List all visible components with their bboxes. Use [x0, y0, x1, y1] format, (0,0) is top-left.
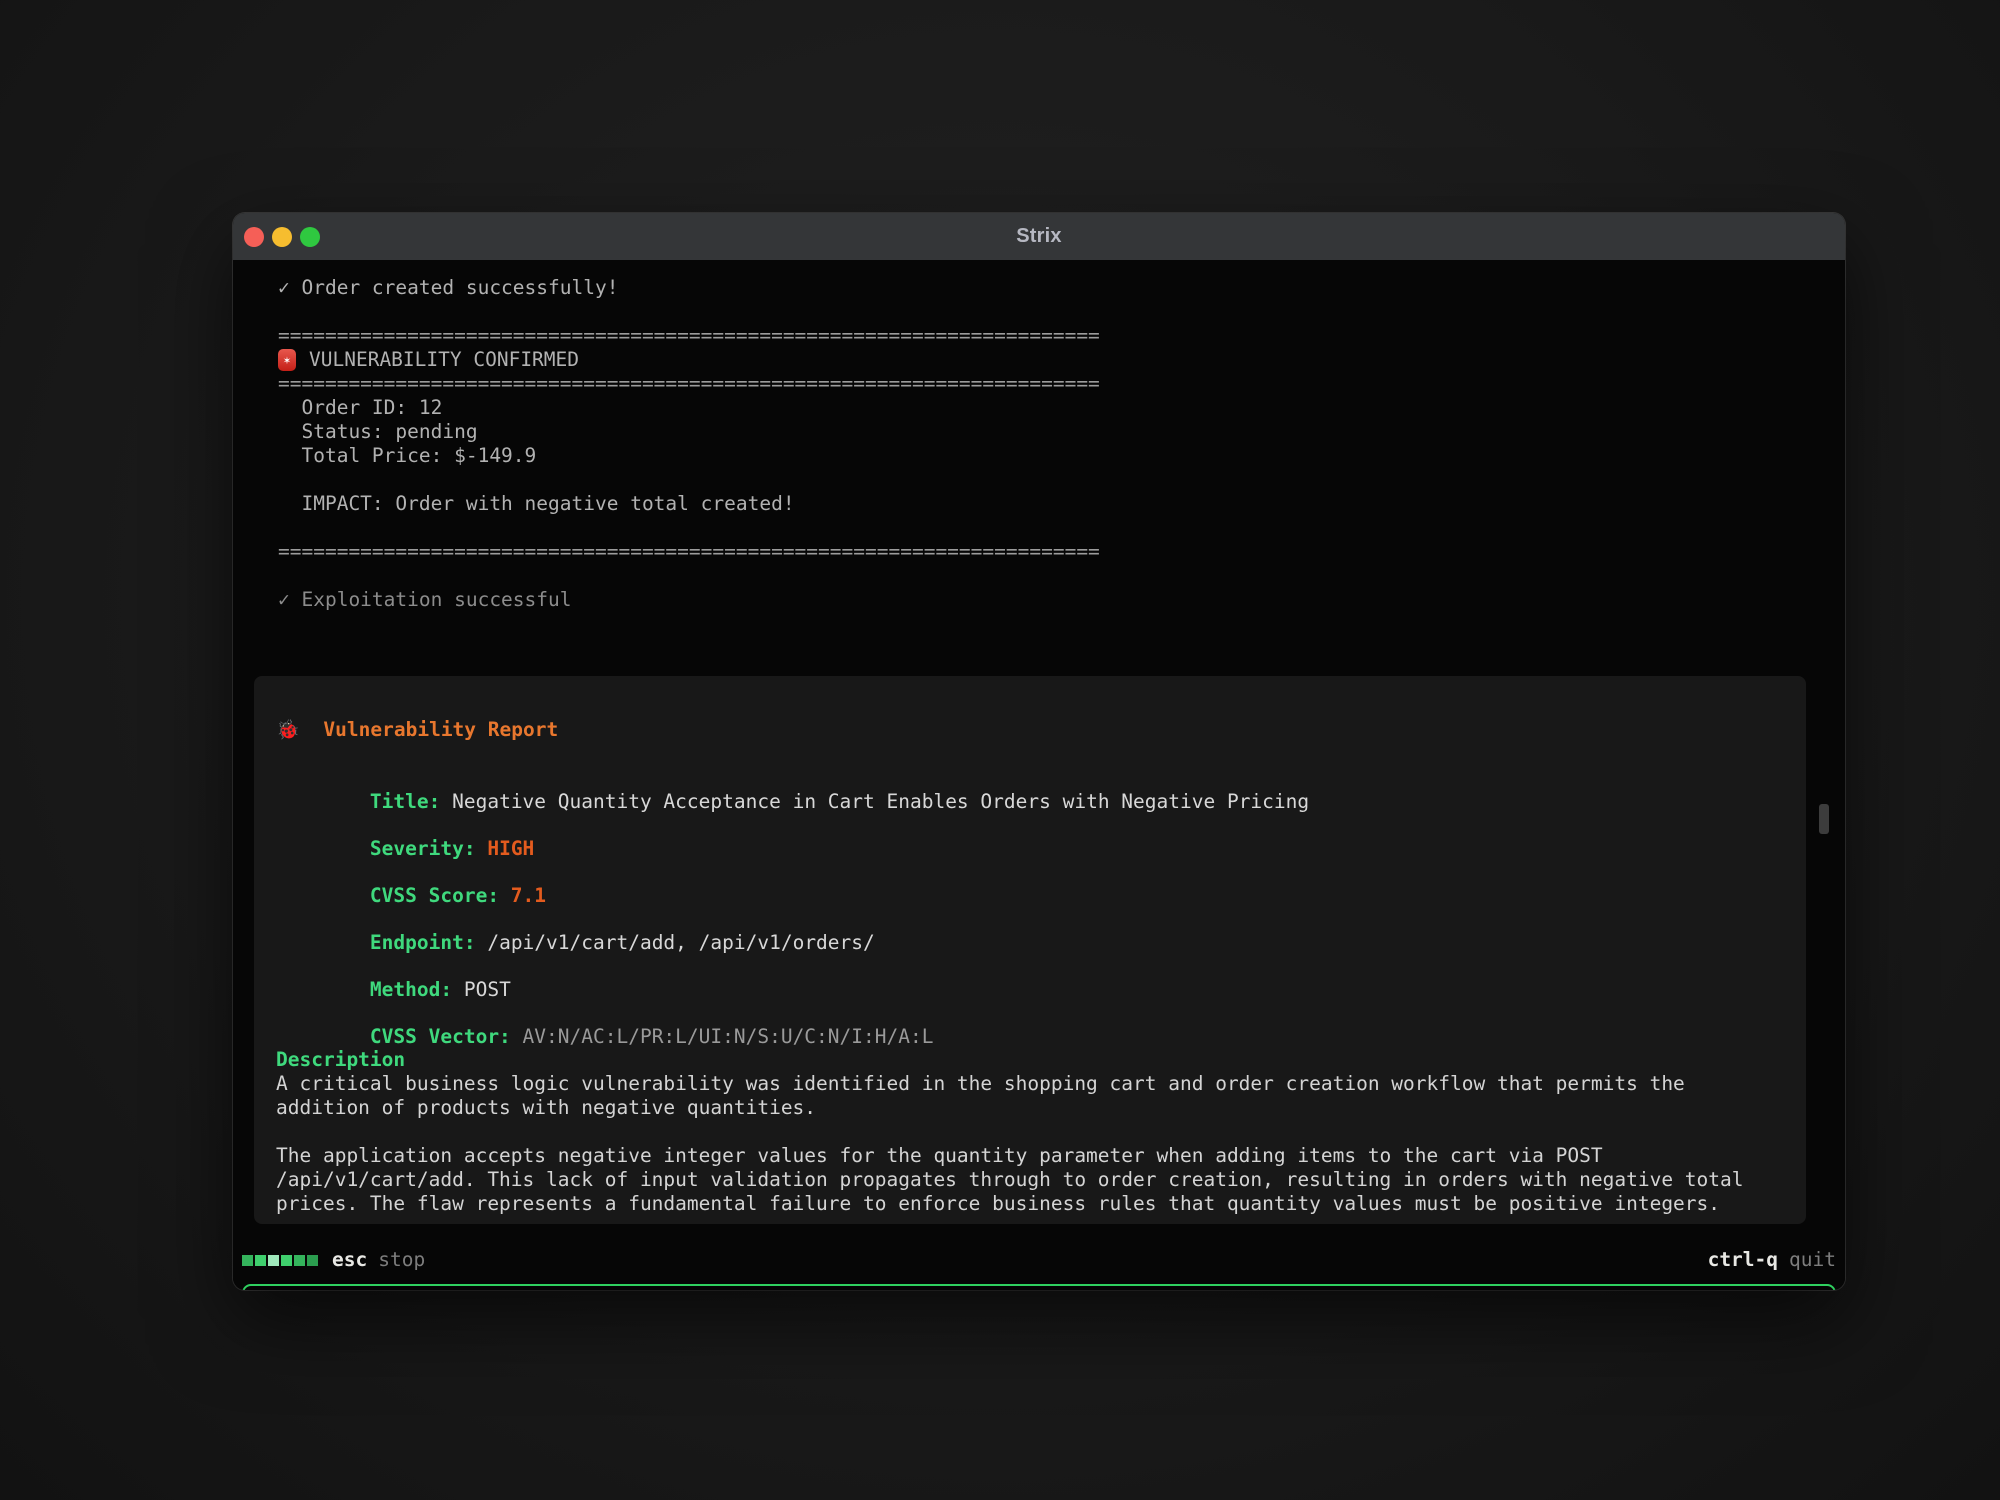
app-window: Strix ✓ Order created successfully! ====…: [233, 213, 1845, 1290]
order-success-line: ✓ Order created successfully!: [278, 276, 1845, 300]
field-label: Severity:: [370, 837, 476, 860]
field-value: Negative Quantity Acceptance in Cart Ena…: [440, 790, 1309, 813]
field-value: HIGH: [476, 837, 535, 860]
description-paragraph: The application accepts negative integer…: [276, 1144, 1784, 1216]
report-field-cvss-score: CVSS Score: 7.1: [276, 860, 1784, 884]
report-field-title: Title: Negative Quantity Acceptance in C…: [276, 766, 1784, 790]
minimize-button[interactable]: [272, 227, 292, 247]
command-input[interactable]: >: [242, 1284, 1836, 1290]
traffic-lights: [244, 213, 320, 260]
order-id-line: Order ID: 12: [278, 396, 1845, 420]
ctrl-q-key-hint: ctrl-q: [1708, 1248, 1778, 1272]
field-label: CVSS Vector:: [370, 1025, 511, 1048]
spinner-segment: [242, 1255, 253, 1266]
impact-line: IMPACT: Order with negative total create…: [278, 492, 1845, 516]
description-header: Description: [276, 1048, 1784, 1072]
close-button[interactable]: [244, 227, 264, 247]
report-header-title: Vulnerability Report: [323, 718, 558, 741]
field-label: Title:: [370, 790, 440, 813]
spinner-segment: [255, 1255, 266, 1266]
vulnerability-confirmed-label: VULNERABILITY CONFIRMED: [309, 348, 579, 372]
spinner-segment: [307, 1255, 318, 1266]
report-field-severity: Severity: HIGH: [276, 813, 1784, 837]
field-value: /api/v1/cart/add, /api/v1/orders/: [476, 931, 875, 954]
report-field-method: Method: POST: [276, 954, 1784, 978]
quit-hint: ctrl-q quit: [1708, 1248, 1836, 1272]
separator-line: ========================================…: [278, 324, 1845, 348]
order-status-line: Status: pending: [278, 420, 1845, 444]
esc-key-hint: esc: [332, 1248, 367, 1272]
exploitation-success-line: ✓ Exploitation successful: [278, 588, 1845, 612]
alarm-icon: ✶: [278, 349, 296, 371]
field-label: CVSS Score:: [370, 884, 499, 907]
spinner-segment: [281, 1255, 292, 1266]
report-field-endpoint: Endpoint: /api/v1/cart/add, /api/v1/orde…: [276, 907, 1784, 931]
total-price-line: Total Price: $-149.9: [278, 444, 1845, 468]
field-value: AV:N/AC:L/PR:L/UI:N/S:U/C:N/I:H/A:L: [511, 1025, 934, 1048]
separator-line: ========================================…: [278, 372, 1845, 396]
window-title: Strix: [1016, 225, 1061, 248]
quit-hint-label: quit: [1789, 1248, 1836, 1272]
terminal-output: ✓ Order created successfully! ==========…: [233, 260, 1845, 1290]
report-field-cvss-vector: CVSS Vector: AV:N/AC:L/PR:L/UI:N/S:U/C:N…: [276, 1001, 1784, 1025]
titlebar: Strix: [233, 213, 1845, 260]
activity-spinner: [242, 1255, 318, 1266]
spinner-segment: [294, 1255, 305, 1266]
vulnerability-report-panel: 🐞 Vulnerability Report Title: Negative Q…: [254, 676, 1806, 1224]
status-bar: esc stop ctrl-q quit: [242, 1247, 1836, 1273]
field-value: 7.1: [499, 884, 546, 907]
bug-icon: 🐞: [276, 719, 300, 741]
field-label: Method:: [370, 978, 452, 1001]
field-value: POST: [452, 978, 511, 1001]
zoom-button[interactable]: [300, 227, 320, 247]
report-header: 🐞 Vulnerability Report: [276, 718, 1784, 742]
scrollbar-thumb[interactable]: [1819, 804, 1829, 834]
separator-line: ========================================…: [278, 540, 1845, 564]
vulnerability-confirmed-line: ✶ VULNERABILITY CONFIRMED: [278, 348, 1845, 372]
field-label: Endpoint:: [370, 931, 476, 954]
spinner-segment: [268, 1255, 279, 1266]
description-paragraph: A critical business logic vulnerability …: [276, 1072, 1784, 1120]
stop-hint-label: stop: [378, 1248, 425, 1272]
